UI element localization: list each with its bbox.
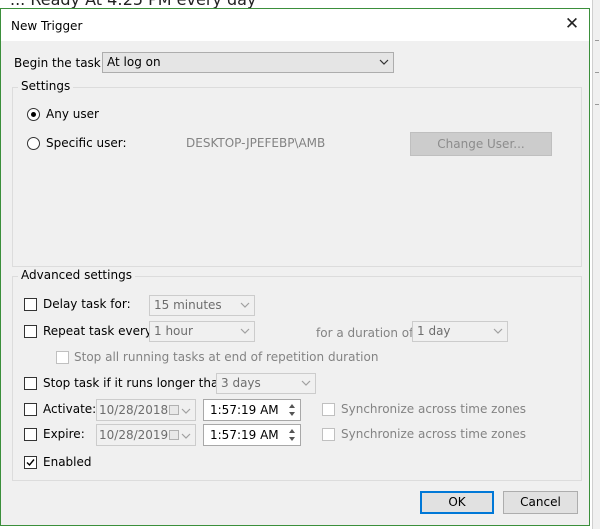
enabled-checkbox[interactable] bbox=[24, 456, 37, 469]
calendar-icon bbox=[169, 430, 179, 440]
chevron-down-icon bbox=[181, 408, 191, 414]
delay-task-dropdown[interactable]: 15 minutes bbox=[149, 295, 255, 316]
spin-arrows-icon[interactable] bbox=[285, 401, 299, 419]
repeat-task-value: 1 hour bbox=[154, 324, 193, 338]
activate-sync-label: Synchronize across time zones bbox=[341, 402, 527, 416]
duration-dropdown[interactable]: 1 day bbox=[412, 321, 508, 342]
activate-time-spinner[interactable]: 1:57:19 AM bbox=[203, 399, 301, 421]
chevron-down-icon bbox=[240, 328, 250, 334]
dialog-titlebar: New Trigger ✕ bbox=[1, 9, 589, 41]
advanced-settings-label: Advanced settings bbox=[18, 268, 135, 282]
stop-all-running-checkbox[interactable] bbox=[56, 351, 69, 364]
spin-arrows-icon[interactable] bbox=[285, 426, 299, 444]
specific-user-value: DESKTOP-JPEFEBP\AMB bbox=[186, 136, 326, 150]
expire-time-value: 1:57:19 AM bbox=[210, 428, 279, 442]
enabled-label: Enabled bbox=[43, 455, 92, 469]
delay-task-label: Delay task for: bbox=[43, 297, 131, 311]
close-icon[interactable]: ✕ bbox=[559, 13, 585, 37]
checkmark-icon bbox=[26, 459, 35, 467]
calendar-icon bbox=[169, 405, 179, 415]
delay-task-value: 15 minutes bbox=[154, 298, 222, 312]
begin-task-value: At log on bbox=[107, 55, 161, 69]
repeat-task-dropdown[interactable]: 1 hour bbox=[149, 321, 255, 342]
specific-user-radio[interactable] bbox=[27, 137, 40, 150]
expire-sync-label: Synchronize across time zones bbox=[341, 427, 527, 441]
chevron-down-icon bbox=[240, 302, 250, 308]
expire-time-spinner[interactable]: 1:57:19 AM bbox=[203, 424, 301, 446]
activate-label: Activate: bbox=[43, 402, 97, 416]
background-window-edge bbox=[592, 0, 600, 529]
expire-date-value: 10/28/2019 bbox=[99, 428, 169, 442]
expire-checkbox[interactable] bbox=[24, 428, 37, 441]
stop-task-longer-checkbox[interactable] bbox=[24, 377, 37, 390]
activate-time-value: 1:57:19 AM bbox=[210, 403, 279, 417]
stop-all-running-label: Stop all running tasks at end of repetit… bbox=[74, 350, 379, 364]
activate-sync-checkbox[interactable] bbox=[322, 403, 335, 416]
repeat-task-label: Repeat task every: bbox=[43, 324, 156, 338]
stop-task-longer-label: Stop task if it runs longer than: bbox=[43, 376, 230, 390]
change-user-button[interactable]: Change User... bbox=[410, 132, 552, 156]
begin-task-label: Begin the task: bbox=[14, 56, 105, 70]
cancel-button[interactable]: Cancel bbox=[503, 491, 578, 514]
radio-selected-dot bbox=[31, 112, 36, 117]
chevron-down-icon bbox=[181, 433, 191, 439]
begin-task-dropdown[interactable]: At log on bbox=[102, 52, 394, 73]
settings-group-label: Settings bbox=[18, 79, 74, 93]
new-trigger-dialog: New Trigger ✕ Begin the task: At log on … bbox=[0, 8, 590, 526]
activate-checkbox[interactable] bbox=[24, 403, 37, 416]
stop-task-longer-value: 3 days bbox=[221, 376, 261, 390]
delay-task-checkbox[interactable] bbox=[24, 298, 37, 311]
activate-date-picker[interactable]: 10/28/2018 bbox=[96, 399, 196, 421]
any-user-label: Any user bbox=[46, 107, 99, 121]
duration-label: for a duration of: bbox=[316, 326, 417, 340]
ok-button[interactable]: OK bbox=[420, 491, 494, 514]
chevron-down-icon bbox=[493, 328, 503, 334]
specific-user-label: Specific user: bbox=[46, 136, 127, 150]
expire-sync-checkbox[interactable] bbox=[322, 428, 335, 441]
chevron-down-icon bbox=[379, 59, 389, 65]
expire-label: Expire: bbox=[43, 427, 85, 441]
expire-date-picker[interactable]: 10/28/2019 bbox=[96, 424, 196, 446]
activate-date-value: 10/28/2018 bbox=[99, 403, 169, 417]
any-user-radio[interactable] bbox=[27, 108, 40, 121]
duration-value: 1 day bbox=[417, 324, 451, 338]
stop-task-longer-dropdown[interactable]: 3 days bbox=[216, 373, 316, 394]
chevron-down-icon bbox=[301, 380, 311, 386]
repeat-task-checkbox[interactable] bbox=[24, 325, 37, 338]
dialog-title: New Trigger bbox=[11, 19, 83, 33]
